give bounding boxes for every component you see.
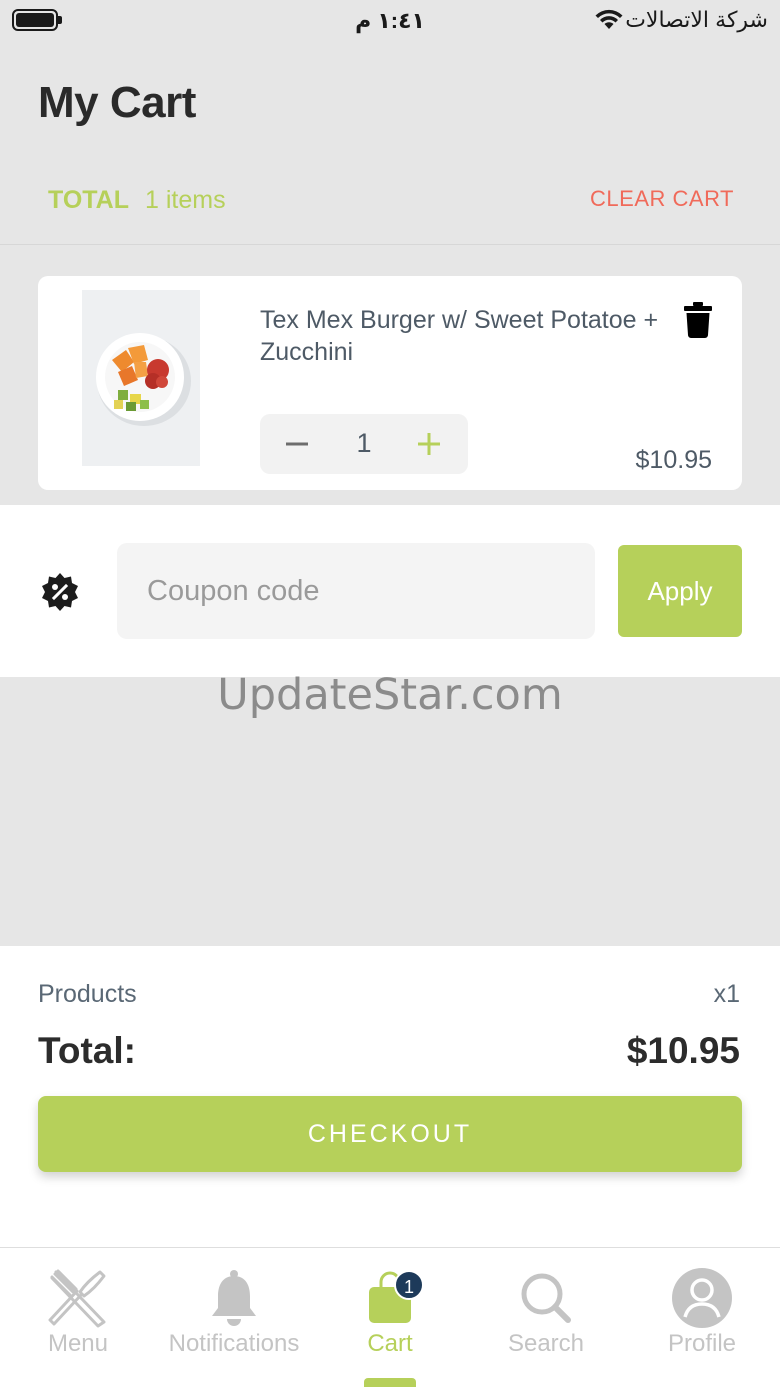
quantity-value: 1 xyxy=(356,428,372,458)
cart-item-card: Tex Mex Burger w/ Sweet Potatoe + Zucchi… xyxy=(38,276,742,490)
checkout-button[interactable]: CHECKOUT xyxy=(38,1096,742,1172)
tab-label: Menu xyxy=(47,1330,109,1357)
plus-icon[interactable] xyxy=(412,427,446,461)
status-time: ١:٤١ م xyxy=(355,8,425,33)
items-count: 1 items xyxy=(145,186,226,214)
discount-badge-icon xyxy=(42,573,78,611)
watermark: UpdateStar.com xyxy=(217,670,563,720)
coupon-input[interactable] xyxy=(117,543,595,639)
coupon-panel: Apply xyxy=(0,505,780,677)
total-label: TOTAL xyxy=(48,186,130,214)
products-count: x1 xyxy=(713,980,740,1008)
header-divider xyxy=(0,244,780,245)
page-title: My Cart xyxy=(38,78,196,127)
tab-label: Search xyxy=(507,1330,585,1357)
battery-icon xyxy=(12,9,62,31)
item-price: $10.95 xyxy=(635,446,712,474)
bell-icon xyxy=(212,1270,256,1326)
quantity-stepper: 1 xyxy=(260,414,468,474)
tab-menu[interactable]: Menu xyxy=(0,1248,156,1387)
product-name: Tex Mex Burger w/ Sweet Potatoe + Zucchi… xyxy=(260,306,659,366)
user-icon xyxy=(672,1268,732,1328)
clear-cart-button[interactable]: CLEAR CART xyxy=(590,186,734,212)
status-bar: ١:٤١ م شركة الاتصالات xyxy=(0,0,780,40)
product-image xyxy=(82,290,200,466)
tab-label: Notifications xyxy=(168,1330,300,1357)
fork-knife-icon xyxy=(48,1269,106,1328)
cart-badge: 1 xyxy=(394,1270,424,1300)
trash-icon[interactable] xyxy=(684,302,712,338)
active-tab-indicator xyxy=(364,1378,416,1387)
wifi-icon xyxy=(595,9,623,29)
tab-search[interactable]: Search xyxy=(468,1248,624,1387)
minus-icon[interactable] xyxy=(280,427,314,461)
tab-label: Profile xyxy=(667,1330,737,1357)
apply-button[interactable]: Apply xyxy=(618,545,742,637)
tab-label: Cart xyxy=(367,1330,413,1357)
products-label: Products xyxy=(38,980,137,1008)
search-icon xyxy=(521,1273,571,1323)
tab-cart[interactable]: 1 Cart xyxy=(312,1248,468,1387)
order-summary: Products x1 Total: $10.95 CHECKOUT xyxy=(0,946,780,1247)
tab-notifications[interactable]: Notifications xyxy=(156,1248,312,1387)
tab-bar: Menu Notifications 1 Cart Search Profile xyxy=(0,1248,780,1387)
total-title: Total: xyxy=(38,1030,136,1071)
total-value: $10.95 xyxy=(626,1030,740,1071)
carrier-name: شركة الاتصالات xyxy=(625,7,768,32)
tab-profile[interactable]: Profile xyxy=(624,1248,780,1387)
